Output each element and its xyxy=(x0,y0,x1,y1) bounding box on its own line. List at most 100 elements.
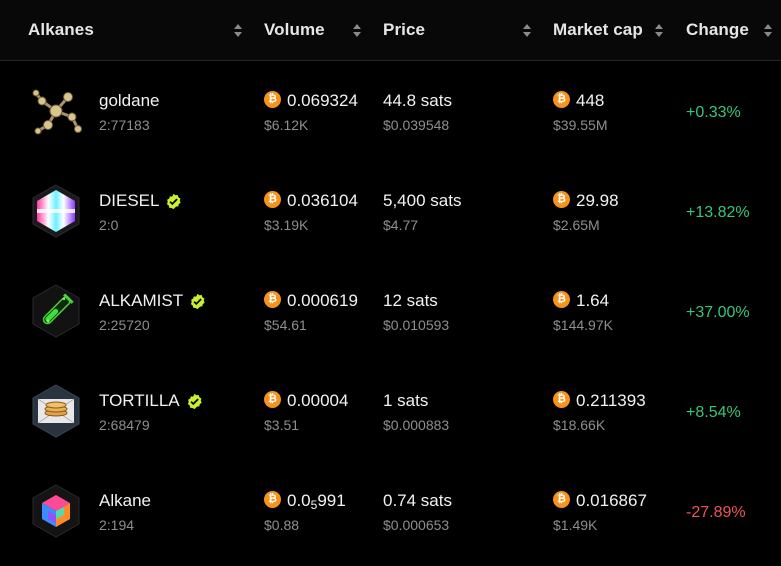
sort-price-icon[interactable] xyxy=(522,22,532,38)
sort-change-header[interactable]: Change xyxy=(686,0,749,60)
volume-usd: $3.51 xyxy=(264,417,300,433)
volume-btc: ₿ 0.069324 xyxy=(264,91,358,111)
token-name[interactable]: ALKAMIST xyxy=(99,291,206,311)
table-row[interactable]: goldane 2:77183 ₿ 0.069324 $6.12K 44.8 sa… xyxy=(0,61,781,161)
header-change-label: Change xyxy=(686,20,749,39)
price-sats: 0.74 sats xyxy=(383,491,452,510)
sort-change-icon[interactable] xyxy=(763,22,773,38)
price-sats: 1 sats xyxy=(383,391,429,410)
table-row[interactable]: Alkane 2:194 ₿ 0.05991 $0.88 0.74 sats $0… xyxy=(0,461,781,561)
price-usd: $0.000883 xyxy=(383,417,450,433)
volume-btc-value: 0.000619 xyxy=(287,291,358,310)
market-cap-usd: $2.65M xyxy=(553,217,600,233)
volume-usd: $3.19K xyxy=(264,217,309,233)
sort-volume-header[interactable]: Volume xyxy=(264,0,325,60)
bitcoin-icon: ₿ xyxy=(553,291,570,309)
token-name-label: TORTILLA xyxy=(99,391,180,410)
volume-btc: ₿ 0.00004 xyxy=(264,391,348,411)
header-market-cap-label: Market cap xyxy=(553,20,643,39)
market-cap-btc: ₿ 448 xyxy=(553,91,604,111)
goldane-molecule-icon xyxy=(32,89,82,135)
volume-usd: $0.88 xyxy=(264,517,300,533)
diesel-hexagon-icon xyxy=(32,184,80,238)
bitcoin-icon: ₿ xyxy=(553,391,570,409)
token-name[interactable]: Alkane xyxy=(99,491,151,511)
volume-usd: $6.12K xyxy=(264,117,309,133)
bitcoin-icon: ₿ xyxy=(264,491,281,509)
change-percent: +37.00% xyxy=(686,304,750,321)
token-id: 2:0 xyxy=(99,217,119,233)
verified-badge-icon xyxy=(187,393,202,409)
price-usd: $0.000653 xyxy=(383,517,450,533)
table-row[interactable]: DIESEL 2:0 ₿ 0.036104 $3.19K 5,400 sats $… xyxy=(0,161,781,261)
alkanes-table: Alkanes Volume Price Market cap Change g… xyxy=(0,0,781,566)
verified-badge-icon xyxy=(190,293,205,309)
token-id: 2:77183 xyxy=(99,117,150,133)
sort-volume-icon[interactable] xyxy=(352,22,362,38)
sort-alkanes-icon[interactable] xyxy=(233,22,243,38)
table-header: Alkanes Volume Price Market cap Change xyxy=(0,0,781,61)
alkamist-test-tube-icon xyxy=(32,284,80,338)
change-percent: +0.33% xyxy=(686,104,741,121)
price-sats: 12 sats xyxy=(383,291,438,310)
bitcoin-icon: ₿ xyxy=(264,91,281,109)
market-cap-btc-value: 29.98 xyxy=(576,191,619,210)
market-cap-usd: $18.66K xyxy=(553,417,606,433)
bitcoin-icon: ₿ xyxy=(264,191,281,209)
token-id: 2:68479 xyxy=(99,417,150,433)
header-alkanes-label: Alkanes xyxy=(28,20,94,39)
table-row[interactable]: TORTILLA 2:68479 ₿ 0.00004 $3.51 1 sats $… xyxy=(0,361,781,461)
bitcoin-icon: ₿ xyxy=(553,91,570,109)
market-cap-btc-value: 1.64 xyxy=(576,291,610,310)
token-name-label: ALKAMIST xyxy=(99,291,184,310)
market-cap-usd: $1.49K xyxy=(553,517,598,533)
change-percent: +13.82% xyxy=(686,204,750,221)
price-sats: 5,400 sats xyxy=(383,191,462,210)
market-cap-usd: $39.55M xyxy=(553,117,608,133)
table-row[interactable]: ALKAMIST 2:25720 ₿ 0.000619 $54.61 12 sat… xyxy=(0,261,781,361)
token-name-label: Alkane xyxy=(99,491,151,510)
token-name-label: DIESEL xyxy=(99,191,160,210)
volume-btc-suffix: 991 xyxy=(317,491,346,510)
volume-usd: $54.61 xyxy=(264,317,307,333)
price-usd: $0.039548 xyxy=(383,117,450,133)
sort-market-cap-icon[interactable] xyxy=(654,22,664,38)
price-sats: 44.8 sats xyxy=(383,91,452,110)
bitcoin-icon: ₿ xyxy=(553,491,570,509)
market-cap-btc-value: 0.016867 xyxy=(576,491,647,510)
market-cap-usd: $144.97K xyxy=(553,317,613,333)
price-usd: $0.010593 xyxy=(383,317,450,333)
header-price-label: Price xyxy=(383,20,426,39)
sort-market-cap-header[interactable]: Market cap xyxy=(553,0,643,60)
tortilla-icon xyxy=(32,384,80,438)
token-id: 2:25720 xyxy=(99,317,150,333)
token-name-label: goldane xyxy=(99,91,160,110)
market-cap-btc: ₿ 0.016867 xyxy=(553,491,647,511)
sort-alkanes-header[interactable]: Alkanes xyxy=(28,0,94,60)
price-usd: $4.77 xyxy=(383,217,419,233)
market-cap-btc-value: 448 xyxy=(576,91,605,110)
token-name[interactable]: DIESEL xyxy=(99,191,182,211)
market-cap-btc: ₿ 29.98 xyxy=(553,191,619,211)
volume-btc-value: 0.00004 xyxy=(287,391,349,410)
token-name[interactable]: TORTILLA xyxy=(99,391,203,411)
token-name[interactable]: goldane xyxy=(99,91,160,111)
volume-btc-value: 0.036104 xyxy=(287,191,358,210)
volume-btc-value: 0.069324 xyxy=(287,91,358,110)
change-percent: +8.54% xyxy=(686,404,741,421)
bitcoin-icon: ₿ xyxy=(264,291,281,309)
market-cap-btc: ₿ 0.211393 xyxy=(553,391,646,411)
header-volume-label: Volume xyxy=(264,20,325,39)
sort-price-header[interactable]: Price xyxy=(383,0,425,60)
verified-badge-icon xyxy=(167,193,182,209)
volume-btc: ₿ 0.036104 xyxy=(264,191,358,211)
bitcoin-icon: ₿ xyxy=(264,391,281,409)
market-cap-btc: ₿ 1.64 xyxy=(553,291,609,311)
volume-btc: ₿ 0.000619 xyxy=(264,291,358,311)
change-percent: -27.89% xyxy=(686,504,746,521)
market-cap-btc-value: 0.211393 xyxy=(576,391,646,410)
alkane-cube-icon xyxy=(32,484,80,538)
token-id: 2:194 xyxy=(99,517,135,533)
bitcoin-icon: ₿ xyxy=(553,191,570,209)
volume-btc: ₿ 0.05991 xyxy=(264,491,346,512)
